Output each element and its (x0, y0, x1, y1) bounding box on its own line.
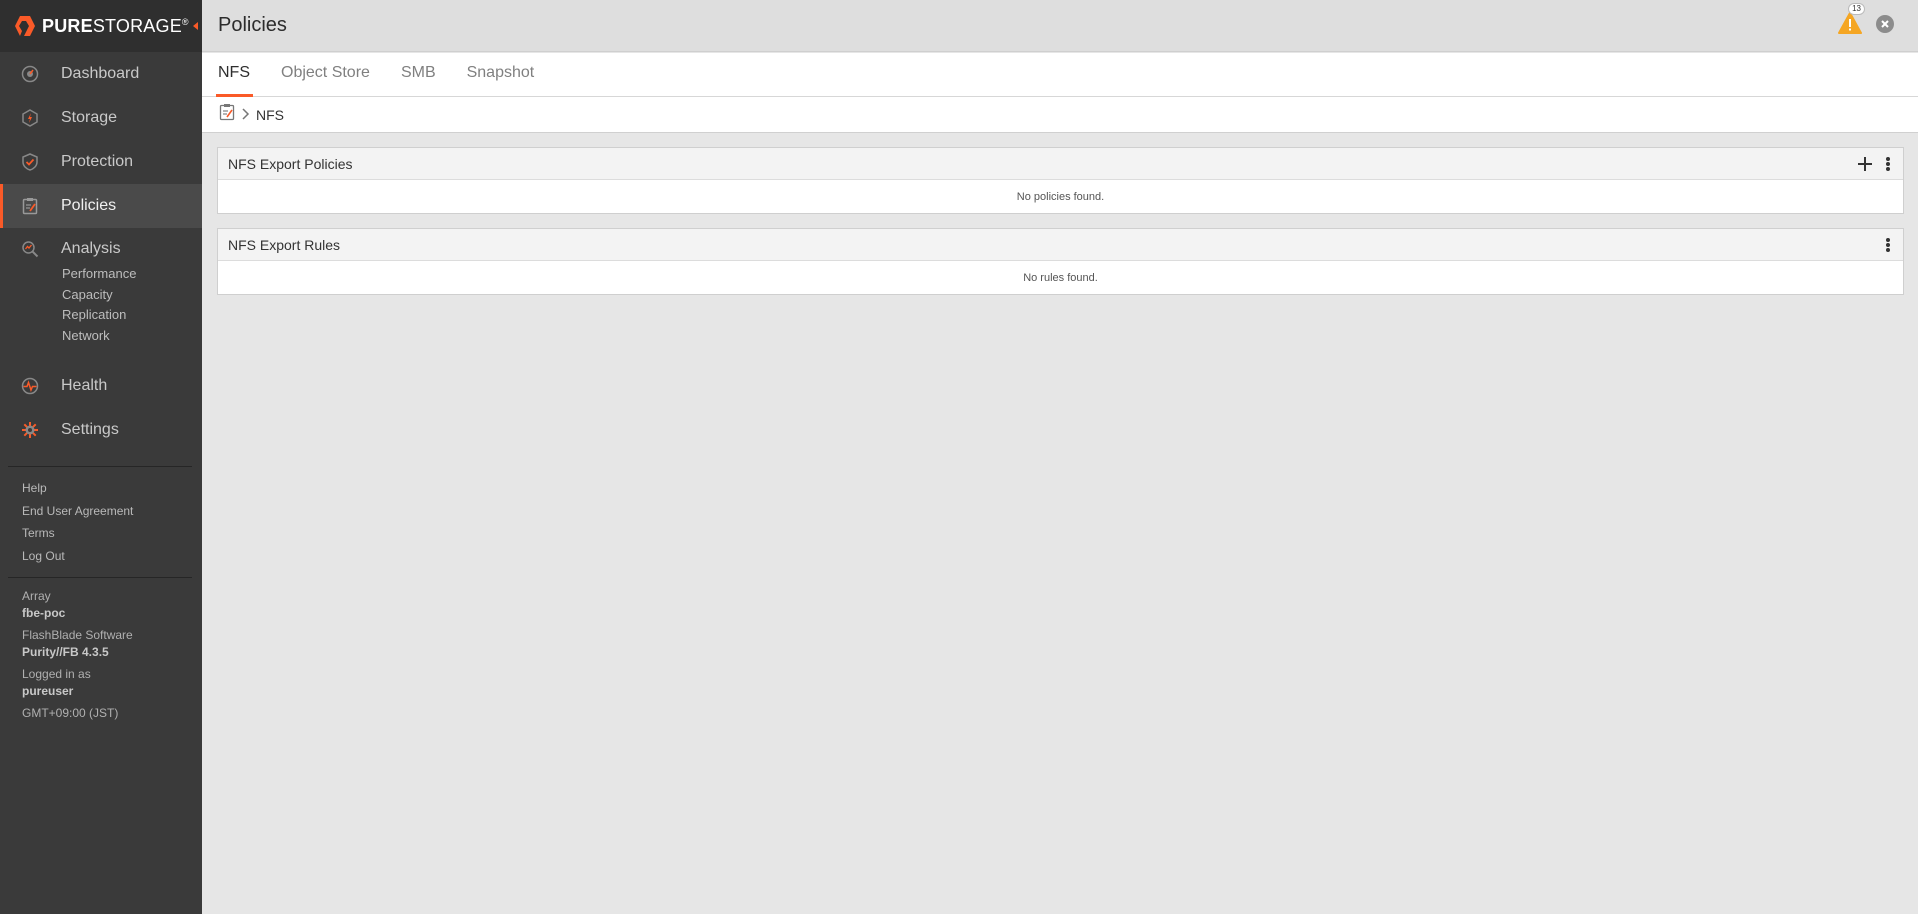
policies-icon (20, 196, 40, 216)
sidebar-item-label: Dashboard (61, 65, 140, 82)
breadcrumb: NFS (202, 97, 1918, 133)
sidebar-item-policies[interactable]: Policies (0, 184, 202, 228)
analysis-icon (20, 239, 40, 259)
analysis-group: Analysis Performance Capacity Replicatio… (0, 228, 202, 346)
sidebar-item-storage[interactable]: Storage (0, 96, 202, 140)
array-value: fbe-poc (22, 606, 66, 620)
main-nav: Dashboard Storage Protection Policies An… (0, 52, 202, 452)
sidebar-item-label: Protection (61, 153, 134, 170)
tab-nfs[interactable]: NFS (216, 53, 266, 97)
sidebar: PURESTORAGE® Dashboard Storage Protectio… (0, 0, 202, 914)
panel-title: NFS Export Rules (228, 236, 341, 253)
settings-icon (20, 420, 40, 440)
sidebar-subitem-replication[interactable]: Replication (0, 305, 202, 326)
more-options-icon[interactable] (1885, 156, 1891, 172)
storage-icon (20, 108, 40, 128)
panel-actions (1857, 148, 1891, 180)
dashboard-icon (20, 64, 40, 84)
nfs-export-rules-panel: NFS Export Rules No rules found. (217, 228, 1904, 295)
health-icon (20, 376, 40, 396)
more-options-icon[interactable] (1885, 237, 1891, 253)
policy-tabs: NFS Object Store SMB Snapshot (202, 53, 1918, 97)
close-icon (1881, 20, 1889, 28)
pure-storage-logo-icon (15, 16, 35, 36)
logo[interactable]: PURESTORAGE® (0, 0, 202, 52)
sidebar-item-label: Storage (61, 109, 118, 126)
sidebar-subitem-capacity[interactable]: Capacity (0, 285, 202, 306)
brand-wordmark: PURESTORAGE® (42, 15, 189, 36)
panel-header: NFS Export Policies (218, 148, 1903, 180)
panel-title: NFS Export Policies (228, 155, 353, 172)
sidebar-item-label: Health (61, 377, 108, 394)
sidebar-item-protection[interactable]: Protection (0, 140, 202, 184)
alerts-button[interactable] (1838, 12, 1862, 34)
sidebar-item-label: Policies (61, 197, 117, 214)
panel-header: NFS Export Rules (218, 229, 1903, 261)
policies-icon[interactable] (218, 103, 236, 126)
log-out-link[interactable]: Log Out (22, 545, 202, 568)
sidebar-item-health[interactable]: Health (0, 364, 202, 408)
logged-in-value: pureuser (22, 684, 74, 698)
analysis-submenu: Performance Capacity Replication Network (0, 264, 202, 346)
sidebar-item-settings[interactable]: Settings (0, 408, 202, 452)
sidebar-subitem-performance[interactable]: Performance (0, 264, 202, 285)
close-button[interactable] (1876, 15, 1894, 33)
collapse-sidebar-icon[interactable] (192, 22, 198, 30)
terms-link[interactable]: Terms (22, 522, 202, 545)
sidebar-item-dashboard[interactable]: Dashboard (0, 52, 202, 96)
alert-count-badge: 13 (1848, 3, 1865, 15)
sidebar-links: Help End User Agreement Terms Log Out (0, 467, 202, 577)
page-title: Policies (218, 14, 287, 36)
sidebar-subitem-network[interactable]: Network (0, 326, 202, 347)
end-user-agreement-link[interactable]: End User Agreement (22, 500, 202, 523)
timezone: GMT+09:00 (JST) (22, 706, 119, 720)
breadcrumb-current: NFS (256, 106, 284, 123)
warning-icon (1838, 12, 1862, 34)
array-label: Array (22, 589, 51, 603)
software-label: FlashBlade Software (22, 628, 133, 642)
tab-smb[interactable]: SMB (401, 53, 452, 97)
tab-object-store[interactable]: Object Store (281, 53, 386, 97)
empty-message: No policies found. (1016, 190, 1105, 203)
panel-actions (1885, 229, 1891, 261)
header: Policies 13 (202, 0, 1918, 52)
nfs-export-policies-panel: NFS Export Policies No policies found. (217, 147, 1904, 214)
software-value: Purity//FB 4.3.5 (22, 645, 109, 659)
add-icon[interactable] (1857, 156, 1873, 172)
logged-in-label: Logged in as (22, 667, 91, 681)
sidebar-item-analysis[interactable]: Analysis (0, 234, 202, 264)
sidebar-item-label: Settings (61, 421, 119, 438)
help-link[interactable]: Help (22, 477, 202, 500)
protection-icon (20, 152, 40, 172)
array-info: Array fbe-poc FlashBlade Software Purity… (0, 578, 202, 722)
sidebar-item-label: Analysis (61, 240, 121, 257)
empty-message: No rules found. (1023, 271, 1098, 284)
tab-snapshot[interactable]: Snapshot (467, 53, 551, 97)
chevron-right-icon (242, 107, 250, 123)
